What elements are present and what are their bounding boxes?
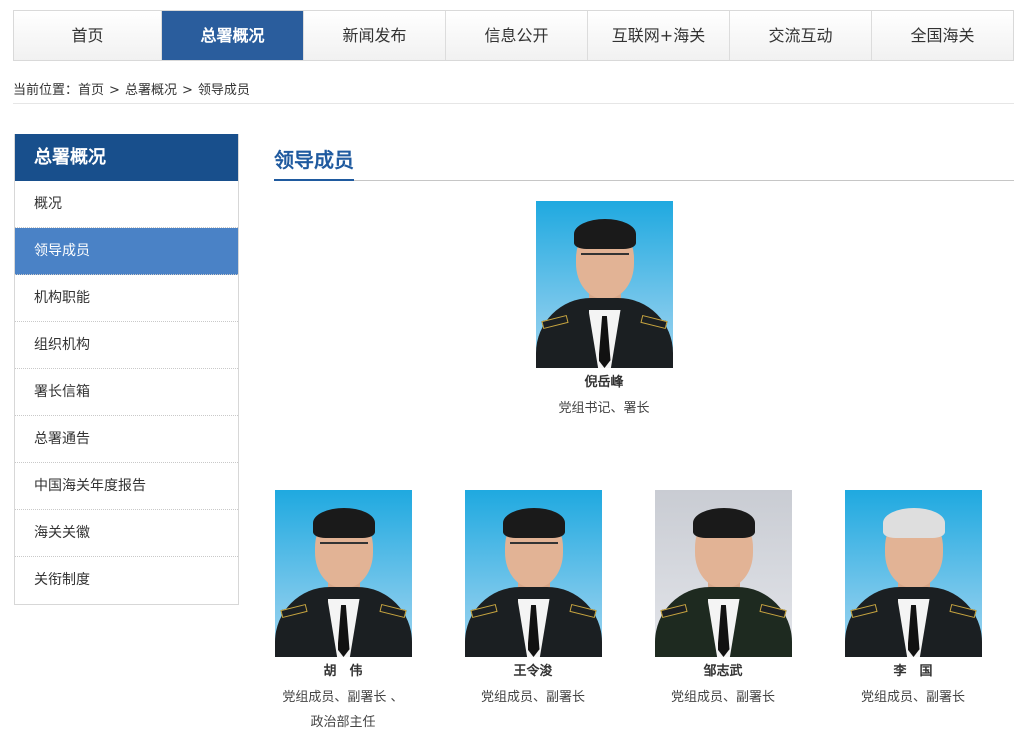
section-header: 领导成员: [274, 134, 1014, 181]
sidebar: 总署概况 概况 领导成员 机构职能 组织机构 署长信箱 总署通告 中国海关年度报…: [14, 134, 239, 605]
sidebar-item-notices[interactable]: 总署通告: [15, 416, 238, 463]
sidebar-title: 总署概况: [15, 134, 238, 181]
leader-role: 党组书记、署长: [558, 401, 650, 416]
sidebar-item-overview[interactable]: 概况: [15, 181, 238, 228]
nav-item-info-disclosure[interactable]: 信息公开: [446, 11, 588, 60]
sidebar-item-rank-system[interactable]: 关衔制度: [15, 557, 238, 604]
leader-photo[interactable]: [464, 490, 602, 657]
leader-card: 胡 伟 党组成员、副署长 、 政治部主任: [258, 490, 428, 735]
sidebar-item-annual-report[interactable]: 中国海关年度报告: [15, 463, 238, 510]
breadcrumb-current: 领导成员: [197, 83, 250, 98]
leader-role: 党组成员、副署长: [480, 690, 585, 705]
leader-photo[interactable]: [274, 490, 412, 657]
breadcrumb-home-link[interactable]: 首页: [78, 83, 104, 98]
breadcrumb-prefix: 当前位置：: [13, 83, 79, 98]
sidebar-item-functions[interactable]: 机构职能: [15, 275, 238, 322]
leader-name[interactable]: 李 国: [828, 663, 998, 681]
leader-name[interactable]: 胡 伟: [258, 663, 428, 681]
sidebar-item-emblem[interactable]: 海关关徽: [15, 510, 238, 557]
nav-item-home[interactable]: 首页: [14, 11, 162, 60]
leader-role-line: 政治部主任: [310, 715, 376, 730]
leader-photo[interactable]: [654, 490, 792, 657]
leader-name[interactable]: 王令浚: [448, 663, 618, 681]
leader-role: 党组成员、副署长 、 政治部主任: [258, 685, 428, 735]
leader-card: 邹志武 党组成员、副署长: [638, 490, 808, 710]
leader-photo[interactable]: [535, 201, 673, 368]
nav-item-internet-customs[interactable]: 互联网+海关: [588, 11, 730, 60]
top-navigation: 首页 总署概况 新闻发布 信息公开 互联网+海关 交流互动 全国海关: [13, 10, 1014, 61]
leader-card: 李 国 党组成员、副署长: [828, 490, 998, 710]
nav-item-interaction[interactable]: 交流互动: [730, 11, 872, 60]
nav-item-national-customs[interactable]: 全国海关: [872, 11, 1013, 60]
sidebar-item-leaders[interactable]: 领导成员: [15, 228, 238, 275]
breadcrumb: 当前位置：首页 > 总署概况 > 领导成员: [13, 79, 1014, 104]
breadcrumb-separator: >: [109, 83, 120, 98]
sidebar-item-mailbox[interactable]: 署长信箱: [15, 369, 238, 416]
page-title: 领导成员: [274, 144, 354, 181]
leader-card: 王令浚 党组成员、副署长: [448, 490, 618, 710]
main-content: 领导成员: [274, 134, 1014, 181]
nav-item-overview[interactable]: 总署概况: [162, 11, 304, 60]
breadcrumb-overview-link[interactable]: 总署概况: [125, 83, 177, 98]
leader-name[interactable]: 倪岳峰: [535, 374, 673, 392]
leader-role: 党组成员、副署长: [860, 690, 965, 705]
nav-item-news[interactable]: 新闻发布: [304, 11, 446, 60]
sidebar-item-organization[interactable]: 组织机构: [15, 322, 238, 369]
leader-photo[interactable]: [844, 490, 982, 657]
leader-role-line: 党组成员、副署长 、: [282, 690, 404, 705]
leader-card: 倪岳峰 党组书记、署长: [535, 201, 673, 421]
breadcrumb-separator: >: [181, 83, 193, 98]
leader-name[interactable]: 邹志武: [638, 663, 808, 681]
leader-role: 党组成员、副署长: [670, 690, 775, 705]
